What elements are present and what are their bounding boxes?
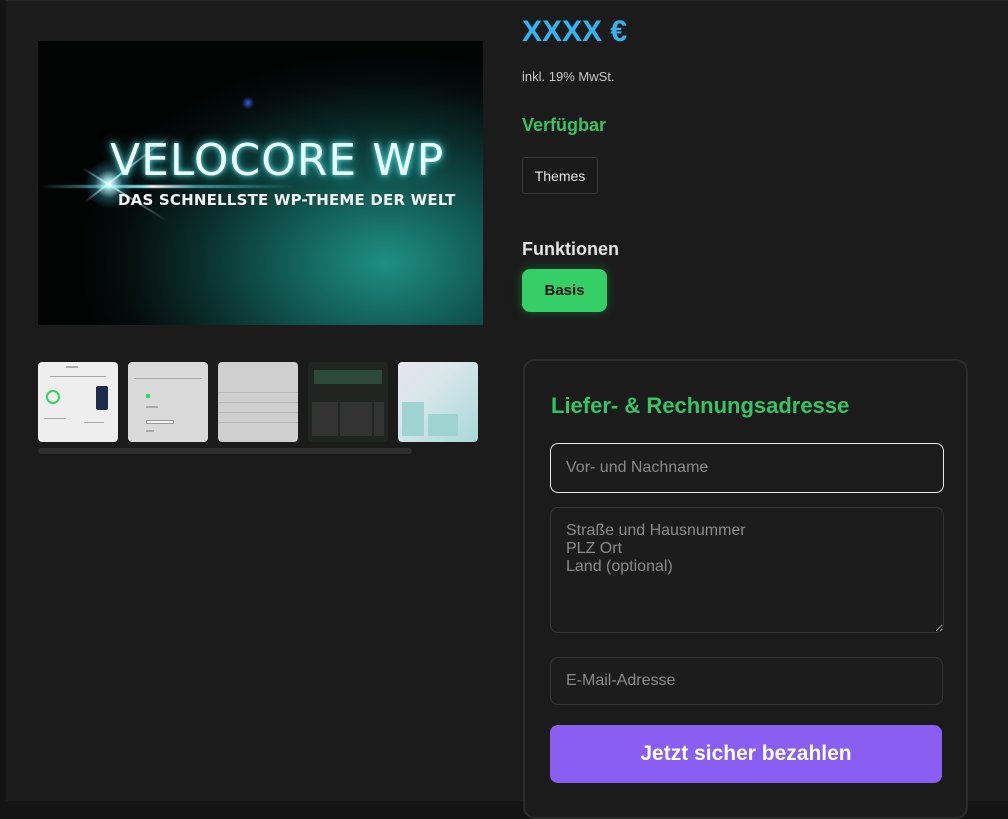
thumb-line: [66, 366, 78, 368]
product-price: XXXX €: [522, 15, 628, 48]
thumb-line: [146, 406, 158, 408]
thumb-line: [218, 422, 298, 423]
thumb-line: [134, 378, 202, 379]
thumb-line: [146, 430, 154, 432]
address-card: Liefer- & Rechnungsadresse Jetzt sicher …: [523, 359, 968, 819]
functions-heading: Funktionen: [522, 239, 619, 259]
thumb-input: [146, 420, 174, 424]
thumb-line: [218, 412, 298, 413]
thumb-line: [218, 402, 298, 403]
thumb-phone: [96, 386, 108, 410]
thumb-line: [50, 376, 106, 377]
blue-orb: [242, 97, 254, 109]
availability-status: Verfügbar: [522, 115, 607, 135]
thumb-panel: [374, 402, 384, 436]
thumb-panel: [340, 402, 372, 436]
thumb-line: [44, 418, 66, 419]
thumb-ring: [46, 390, 60, 404]
vat-note: inkl. 19% MwSt.: [522, 69, 615, 84]
thumbnail-gallery: [38, 362, 483, 442]
thumbnail-1[interactable]: [38, 362, 118, 442]
product-page: VELOCORE WP DAS SCHNELLSTE WP-THEME DER …: [6, 0, 1008, 819]
thumb-line: [84, 422, 104, 423]
pay-now-button[interactable]: Jetzt sicher bezahlen: [550, 725, 942, 783]
thumb-panel: [402, 402, 424, 436]
thumb-line: [218, 392, 298, 393]
feature-basis-button[interactable]: Basis: [522, 269, 607, 312]
thumbnail-5[interactable]: [398, 362, 478, 442]
thumbnail-scrollbar[interactable]: [38, 448, 412, 454]
thumb-block: [146, 394, 150, 398]
hero-title: VELOCORE WP: [110, 135, 445, 186]
full-name-input[interactable]: [550, 443, 944, 493]
thumbnail-2[interactable]: [128, 362, 208, 442]
hero-subtitle: DAS SCHNELLSTE WP-THEME DER WELT: [118, 191, 456, 209]
thumbnail-3[interactable]: [218, 362, 298, 442]
address-card-title: Liefer- & Rechnungsadresse: [551, 393, 850, 418]
address-textarea[interactable]: [550, 507, 944, 633]
thumb-panel: [428, 414, 458, 436]
category-badge[interactable]: Themes: [522, 157, 598, 194]
thumbnail-4[interactable]: [308, 362, 388, 442]
product-hero-image: VELOCORE WP DAS SCHNELLSTE WP-THEME DER …: [38, 41, 483, 325]
thumb-panel: [312, 402, 338, 436]
email-input[interactable]: [550, 657, 943, 705]
thumb-banner: [314, 370, 382, 384]
